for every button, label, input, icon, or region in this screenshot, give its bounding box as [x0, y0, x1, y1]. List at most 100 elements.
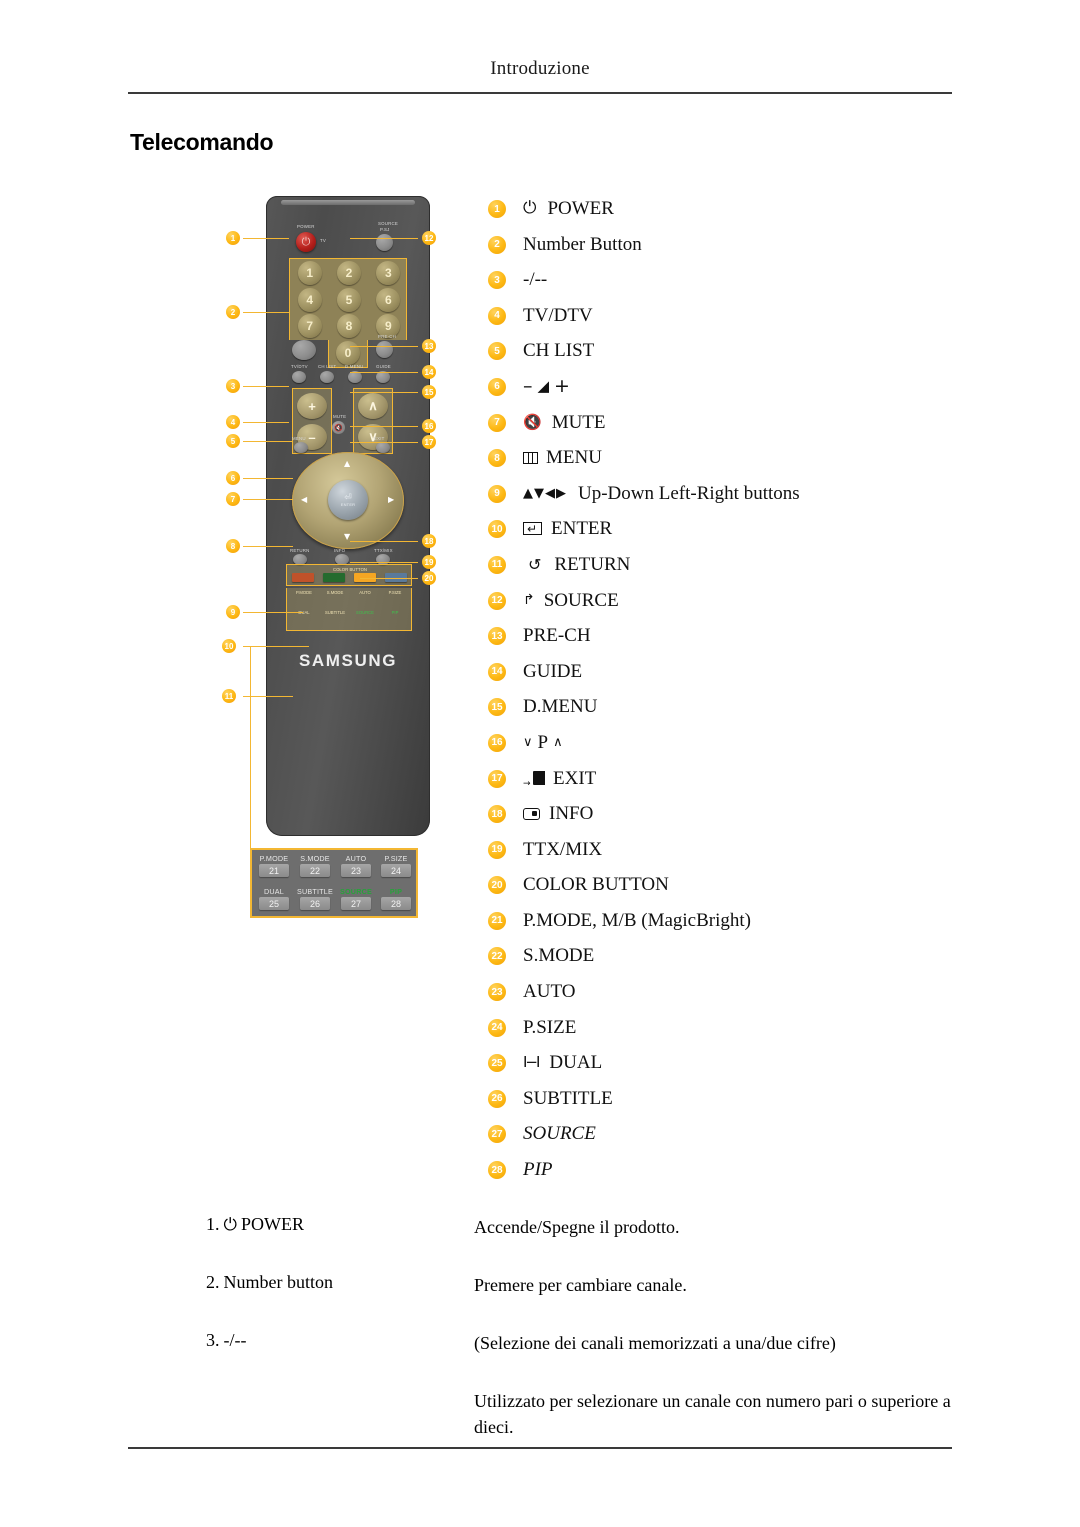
remote-source-button[interactable]: [376, 234, 393, 251]
description-term-text: POWER: [240, 1214, 304, 1234]
remote-chlist-button[interactable]: [320, 371, 334, 383]
legend-item-6: 6 – ◢ +: [488, 375, 968, 412]
zoom-connector-line: [250, 646, 251, 882]
zoom-key[interactable]: 25: [259, 897, 289, 910]
zoom-label: P.MODE: [259, 854, 289, 863]
remote-menu-button[interactable]: [294, 442, 308, 453]
figure-badge-12: 12: [422, 231, 436, 245]
leader-line: [243, 422, 289, 423]
zoom-cell-subtitle[interactable]: SUBTITLE 26: [295, 887, 335, 910]
legend-label: PIP: [523, 1159, 553, 1180]
zoom-key[interactable]: 28: [381, 897, 411, 910]
figure-badge-3: 3: [226, 379, 240, 393]
remote-label-source-sub: P.SJ: [380, 227, 390, 232]
legend-item-8: 8 MENU: [488, 447, 968, 483]
keypad-key[interactable]: 6: [376, 288, 401, 312]
legend-item-25: 25 I−I DUAL: [488, 1052, 968, 1088]
leader-line: [350, 442, 418, 443]
zoom-key[interactable]: 26: [300, 897, 330, 910]
keypad-key[interactable]: 5: [336, 288, 361, 312]
remote-fn-pmode[interactable]: P.MODE: [289, 590, 319, 595]
remote-tvdtv-button[interactable]: [292, 371, 306, 383]
legend-label: ∨ P ∧: [523, 732, 563, 753]
description-term: 2. Number button: [206, 1272, 456, 1293]
remote-enter-button[interactable]: ⏎ ENTER: [328, 480, 368, 520]
remote-volume-up-button[interactable]: +: [297, 393, 327, 419]
legend-label: SUBTITLE: [523, 1088, 613, 1109]
legend-label: S.MODE: [523, 945, 594, 966]
legend-label: Number Button: [523, 234, 642, 255]
zoom-key[interactable]: 21: [259, 864, 289, 877]
legend-item-7: 7 🔇 MUTE: [488, 412, 968, 448]
legend-label: → EXIT: [523, 768, 596, 790]
description-number: 2.: [206, 1272, 220, 1292]
zoom-cell-source[interactable]: SOURCE 27: [336, 887, 376, 910]
remote-fn-pip[interactable]: PIP: [380, 610, 410, 615]
description-row-1: 1. ⏻ POWER Accende/Spegne il prodotto.: [206, 1214, 966, 1248]
remote-prech-button[interactable]: [376, 341, 393, 358]
legend-badge: 7: [488, 413, 506, 432]
remote-fn-psize[interactable]: P.SIZE: [380, 590, 410, 595]
legend-badge: 10: [488, 520, 506, 539]
remote-body: POWER TV SOURCE P.SJ 1 2 3 4 5 6 7 8 9: [266, 196, 430, 836]
nav-up-icon[interactable]: ▲: [344, 459, 350, 468]
zoom-cell-dual[interactable]: DUAL 25: [254, 887, 294, 910]
legend-label: -/--: [523, 269, 547, 290]
zoom-cell-smode[interactable]: S.MODE 22: [295, 854, 335, 877]
nav-down-icon[interactable]: ▼: [344, 532, 350, 541]
keypad-key-zero[interactable]: 0: [336, 341, 360, 365]
remote-dash-button[interactable]: [292, 340, 316, 360]
keypad-key[interactable]: 2: [336, 261, 361, 285]
figure-badge-2: 2: [226, 305, 240, 319]
zoom-key[interactable]: 27: [341, 897, 371, 910]
keypad-key[interactable]: 7: [297, 314, 322, 338]
enter-glyph-icon: ⏎: [344, 492, 352, 502]
channel-down-icon: ∨: [523, 734, 533, 750]
nav-left-icon[interactable]: ◀: [301, 495, 307, 504]
power-icon: ⏻: [523, 198, 537, 218]
keypad-key[interactable]: 8: [336, 314, 361, 338]
fn-label: P.SIZE: [388, 590, 402, 595]
remote-navigation-wheel[interactable]: ▲ ▼ ◀ ▶ ⏎ ENTER: [292, 452, 404, 549]
keypad-key[interactable]: 1: [297, 261, 322, 285]
keypad-key[interactable]: 3: [376, 261, 401, 285]
legend-text: DUAL: [549, 1052, 603, 1074]
source-icon: ↱: [523, 591, 535, 608]
samsung-brand-logo: SAMSUNG: [298, 651, 398, 670]
remote-color-button-red[interactable]: [291, 573, 314, 582]
zoom-key[interactable]: 24: [381, 864, 411, 877]
remote-power-button[interactable]: [296, 232, 316, 252]
remote-exit-button[interactable]: [376, 442, 390, 453]
remote-fn-smode[interactable]: S.MODE: [320, 590, 350, 595]
remote-label-tvdtv: TV/DTV: [291, 364, 308, 369]
remote-mute-button[interactable]: 🔇: [332, 421, 345, 434]
description-list: 1. ⏻ POWER Accende/Spegne il prodotto. 2…: [206, 1214, 966, 1464]
exit-door-icon: [533, 771, 545, 785]
remote-fn-auto[interactable]: AUTO: [350, 590, 380, 595]
remote-fn-subtitle[interactable]: SUBTITLE: [320, 610, 350, 615]
legend-badge: 2: [488, 235, 506, 254]
legend-badge: 1: [488, 200, 506, 218]
keypad-key[interactable]: 4: [297, 288, 322, 312]
nav-right-icon[interactable]: ▶: [388, 495, 394, 504]
legend-text: POWER: [547, 198, 614, 219]
legend-badge: 5: [488, 342, 506, 361]
legend-item-10: 10 ENTER: [488, 518, 968, 554]
legend-label: P.SIZE: [523, 1017, 576, 1038]
zoom-cell-pmode[interactable]: P.MODE 21: [254, 854, 294, 877]
remote-fn-source[interactable]: SOURCE: [350, 610, 380, 615]
legend-badge: 23: [488, 983, 506, 1002]
zoom-cell-psize[interactable]: P.SIZE 24: [376, 854, 416, 877]
remote-channel-up-button[interactable]: ∧: [358, 393, 388, 419]
legend-label: – ◢ +: [523, 375, 570, 397]
legend-text: COLOR BUTTON: [523, 874, 669, 896]
description-row-3: 3. -/-- (Selezione dei canali memorizzat…: [206, 1330, 966, 1364]
remote-color-button-green[interactable]: [322, 573, 345, 582]
description-definition: Accende/Spegne il prodotto.: [474, 1217, 680, 1237]
fn-label: PIP: [391, 610, 399, 615]
zoom-cell-auto[interactable]: AUTO 23: [336, 854, 376, 877]
zoom-cell-pip[interactable]: PIP 28: [376, 887, 416, 910]
remote-function-key-group: P.MODE S.MODE AUTO P.SIZE DUAL SUBTITLE …: [286, 588, 412, 631]
zoom-key[interactable]: 22: [300, 864, 330, 877]
zoom-key[interactable]: 23: [341, 864, 371, 877]
